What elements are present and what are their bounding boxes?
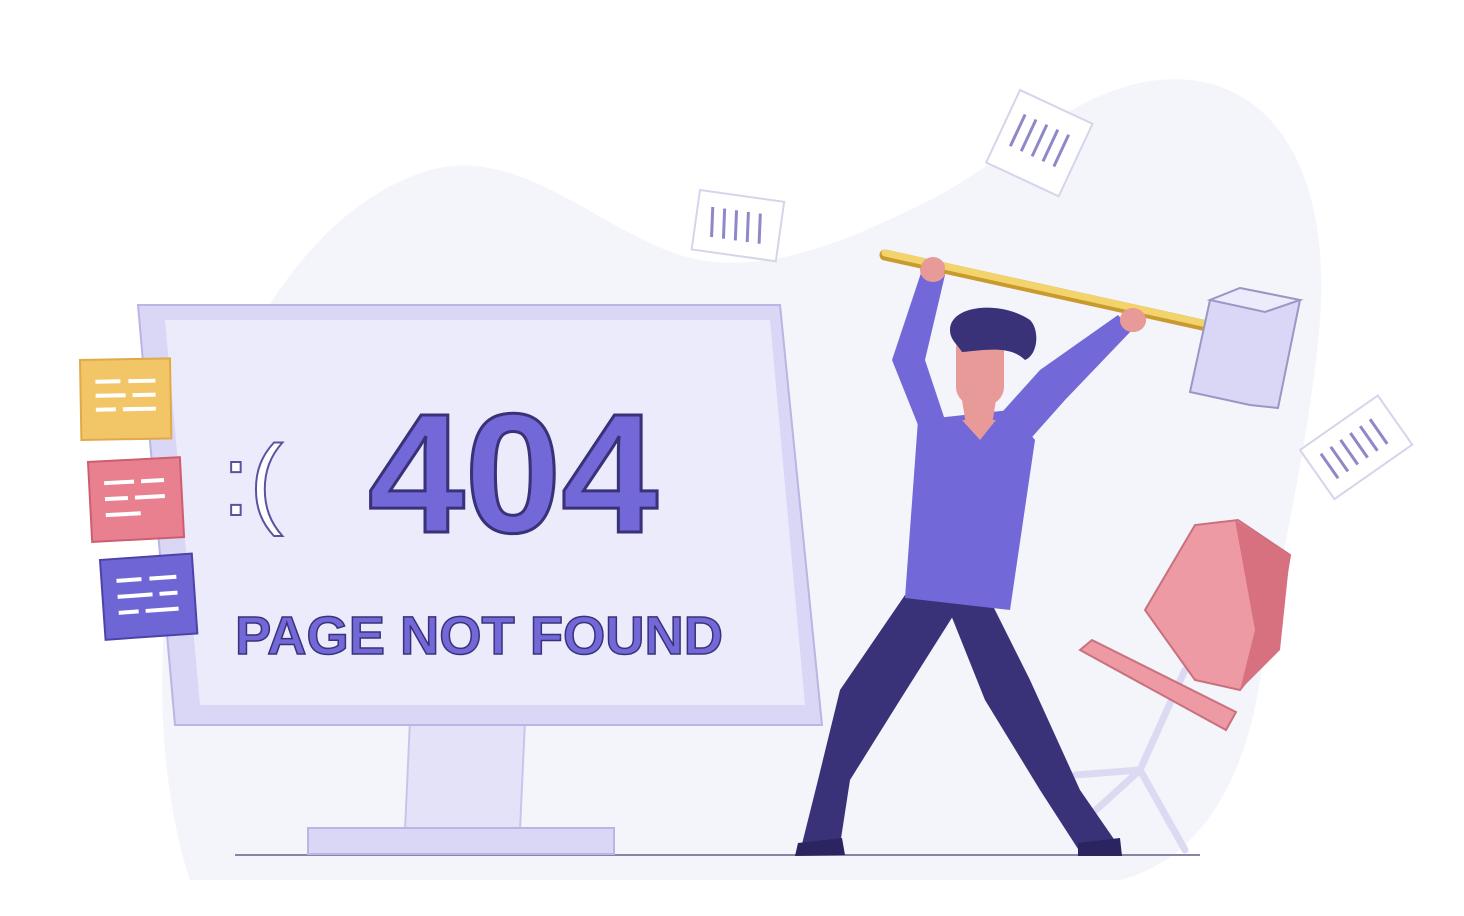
error-code: 404	[368, 379, 658, 569]
hand	[1120, 308, 1146, 332]
sticky-note-icon	[86, 456, 186, 543]
sticky-note-icon	[98, 552, 199, 641]
sticky-note-icon	[78, 357, 173, 442]
paper-sheet-icon	[1298, 394, 1414, 501]
illustration-canvas: :( 404 PAGE NOT FOUND	[78, 79, 1414, 881]
hand	[921, 257, 945, 279]
error-message: PAGE NOT FOUND	[235, 606, 723, 666]
sad-emoticon: :(	[222, 425, 283, 537]
paper-sheet-icon	[690, 188, 786, 263]
